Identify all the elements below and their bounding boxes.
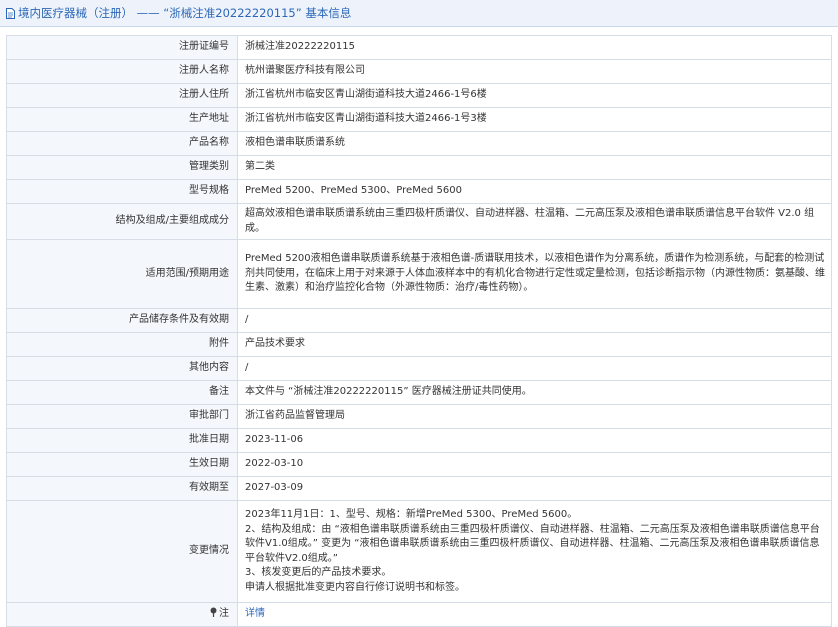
field-label: 注册人住所 (6, 83, 238, 108)
change-line: 2、结构及组成：由 “液相色谱串联质谱系统由三重四极杆质谱仪、自动进样器、柱温箱… (245, 523, 820, 564)
field-label: 有效期至 (6, 476, 238, 501)
field-value: 超高效液相色谱串联质谱系统由三重四极杆质谱仪、自动进样器、柱温箱、二元高压泵及液… (237, 203, 832, 240)
field-label: 附件 (6, 332, 238, 357)
field-value: 2023-11-06 (237, 428, 832, 453)
field-value: 浙械注准20222220115 (237, 35, 832, 60)
info-table-container: 注册证编号 浙械注准20222220115 注册人名称 杭州谱聚医疗科技有限公司… (6, 35, 832, 627)
page-title: 境内医疗器械（注册） —— “浙械注准20222220115” 基本信息 (18, 6, 352, 20)
table-row: 其他内容 / (6, 356, 832, 381)
field-value: 浙江省药品监督管理局 (237, 404, 832, 429)
field-label: 适用范围/预期用途 (6, 239, 238, 309)
note-label-cell: 注 (6, 602, 238, 627)
field-label: 其他内容 (6, 356, 238, 381)
field-label: 产品储存条件及有效期 (6, 308, 238, 333)
field-label: 生产地址 (6, 107, 238, 132)
field-label: 型号规格 (6, 179, 238, 204)
field-value: 本文件与 “浙械注准20222220115” 医疗器械注册证共同使用。 (237, 380, 832, 405)
table-row: 附件 产品技术要求 (6, 332, 832, 357)
field-label: 备注 (6, 380, 238, 405)
field-value: 2027-03-09 (237, 476, 832, 501)
field-value: 产品技术要求 (237, 332, 832, 357)
info-table: 注册证编号 浙械注准20222220115 注册人名称 杭州谱聚医疗科技有限公司… (6, 35, 832, 627)
table-row: 变更情况 2023年11月1日：1、型号、规格：新增PreMed 5300、Pr… (6, 500, 832, 603)
page-header: 境内医疗器械（注册） —— “浙械注准20222220115” 基本信息 (0, 0, 838, 27)
table-row: 备注 本文件与 “浙械注准20222220115” 医疗器械注册证共同使用。 (6, 380, 832, 405)
field-label: 注 (219, 608, 229, 620)
field-value: PreMed 5200液相色谱串联质谱系统基于液相色谱-质谱联用技术，以液相色谱… (237, 239, 832, 309)
field-label: 管理类别 (6, 155, 238, 180)
document-icon (6, 7, 15, 19)
field-label: 批准日期 (6, 428, 238, 453)
field-label: 生效日期 (6, 452, 238, 477)
table-row: 适用范围/预期用途 PreMed 5200液相色谱串联质谱系统基于液相色谱-质谱… (6, 239, 832, 309)
field-value: 液相色谱串联质谱系统 (237, 131, 832, 156)
table-row: 注册人住所 浙江省杭州市临安区青山湖街道科技大道2466-1号6楼 (6, 83, 832, 108)
table-row: 注册证编号 浙械注准20222220115 (6, 35, 832, 60)
field-label: 结构及组成/主要组成成分 (6, 203, 238, 240)
table-row: 注 详情 (6, 602, 832, 627)
field-value: 2022-03-10 (237, 452, 832, 477)
field-value: 浙江省杭州市临安区青山湖街道科技大道2466-1号6楼 (237, 83, 832, 108)
table-row: 型号规格 PreMed 5200、PreMed 5300、PreMed 5600 (6, 179, 832, 204)
table-row: 注册人名称 杭州谱聚医疗科技有限公司 (6, 59, 832, 84)
table-row: 批准日期 2023-11-06 (6, 428, 832, 453)
field-value: 浙江省杭州市临安区青山湖街道科技大道2466-1号3楼 (237, 107, 832, 132)
change-line: 申请人根据批准变更内容自行修订说明书和标签。 (245, 581, 465, 593)
table-row: 有效期至 2027-03-09 (6, 476, 832, 501)
field-label: 产品名称 (6, 131, 238, 156)
field-value: PreMed 5200、PreMed 5300、PreMed 5600 (237, 179, 832, 204)
change-history: 2023年11月1日：1、型号、规格：新增PreMed 5300、PreMed … (237, 500, 832, 603)
table-row: 结构及组成/主要组成成分 超高效液相色谱串联质谱系统由三重四极杆质谱仪、自动进样… (6, 203, 832, 240)
field-value: / (237, 356, 832, 381)
table-row: 审批部门 浙江省药品监督管理局 (6, 404, 832, 429)
change-line: 3、核发变更后的产品技术要求。 (245, 567, 392, 578)
field-value: 杭州谱聚医疗科技有限公司 (237, 59, 832, 84)
table-row: 生产地址 浙江省杭州市临安区青山湖街道科技大道2466-1号3楼 (6, 107, 832, 132)
table-row: 管理类别 第二类 (6, 155, 832, 180)
field-value: 详情 (237, 602, 832, 627)
pin-icon (210, 607, 217, 618)
field-value: / (237, 308, 832, 333)
table-row: 产品名称 液相色谱串联质谱系统 (6, 131, 832, 156)
table-row: 生效日期 2022-03-10 (6, 452, 832, 477)
field-value: 第二类 (237, 155, 832, 180)
field-label: 注册人名称 (6, 59, 238, 84)
table-row: 产品储存条件及有效期 / (6, 308, 832, 333)
details-link[interactable]: 详情 (245, 608, 265, 619)
change-line: 2023年11月1日：1、型号、规格：新增PreMed 5300、PreMed … (245, 509, 578, 520)
field-label: 审批部门 (6, 404, 238, 429)
field-label: 注册证编号 (6, 35, 238, 60)
field-label: 变更情况 (6, 500, 238, 603)
